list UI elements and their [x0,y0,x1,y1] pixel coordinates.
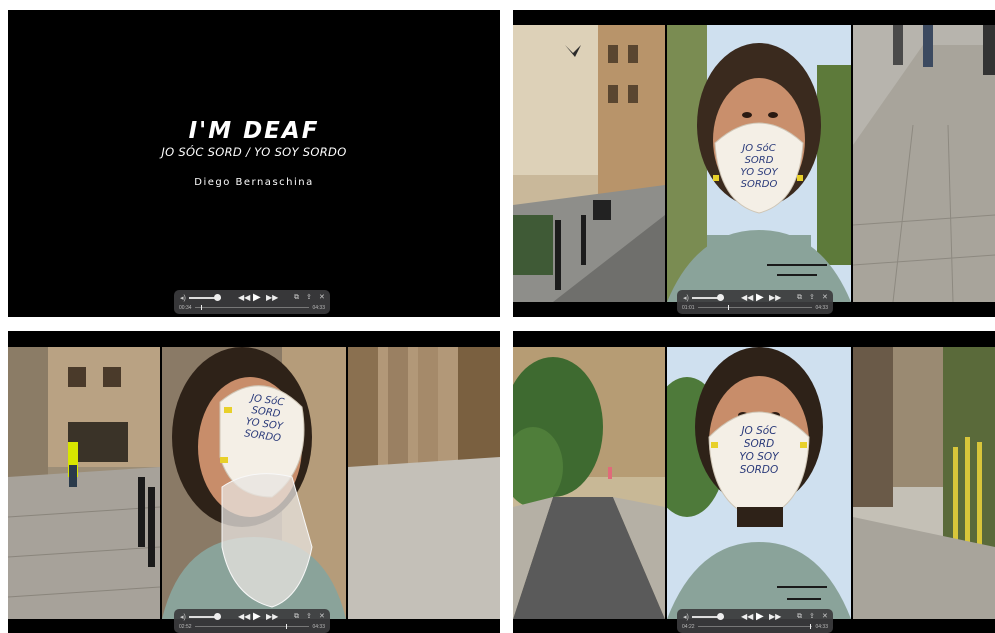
close-icon[interactable]: ✕ [822,612,828,620]
street-frame-right [853,25,995,302]
video-still-2: JO SóC SORD YO SOY SORDO ◂) ◀◀ ▶ ▶▶ ⧉ ⇪ … [513,10,995,317]
elapsed-time: 04:22 [682,624,695,630]
volume-knob[interactable] [214,613,221,620]
video-controls[interactable]: ◂) ◀◀ ▶ ▶▶ ⧉ ⇪ ✕ 00:34 04:33 [174,290,330,314]
playhead[interactable] [727,305,729,310]
play-icon[interactable]: ▶ [253,611,261,622]
volume-icon[interactable]: ◂) [683,613,689,621]
rewind-icon[interactable]: ◀◀ [741,612,753,621]
total-time: 04:33 [815,305,828,311]
fast-forward-icon[interactable]: ▶▶ [266,612,278,621]
share-icon[interactable]: ⇪ [809,293,815,301]
street-frame-right [348,347,500,619]
volume-icon[interactable]: ◂) [683,294,689,302]
street-frame-right [853,347,995,619]
video-still-3: JO SóC SORD YO SOY SORDO ◂) ◀◀ ▶ ▶▶ ⧉ ⇪ … [8,331,500,633]
close-icon[interactable]: ✕ [319,612,325,620]
film-subtitle: JO SÓC SORD / YO SOY SORDO [161,144,347,159]
picture-in-picture-icon[interactable]: ⧉ [797,613,802,621]
elapsed-time: 02:52 [179,624,192,630]
volume-knob[interactable] [214,294,221,301]
playhead[interactable] [809,624,811,629]
volume-knob[interactable] [717,294,724,301]
fast-forward-icon[interactable]: ▶▶ [769,612,781,621]
street-frame-left [8,347,160,619]
play-icon[interactable]: ▶ [253,292,261,303]
scrub-bar[interactable] [195,624,309,629]
mask-text: JO SóC SORD YO SOY SORDO [740,143,778,190]
close-icon[interactable]: ✕ [319,293,325,301]
total-time: 04:33 [312,624,325,630]
playhead[interactable] [200,305,202,310]
title-card-panel: I'M DEAF JO SÓC SORD / YO SOY SORDO Dieg… [8,10,500,317]
elapsed-time: 00:34 [179,305,192,311]
volume-icon[interactable]: ◂) [180,613,186,621]
play-icon[interactable]: ▶ [756,611,764,622]
close-icon[interactable]: ✕ [822,293,828,301]
volume-knob[interactable] [717,613,724,620]
film-title: I'M DEAF [188,117,320,144]
fast-forward-icon[interactable]: ▶▶ [266,293,278,302]
share-icon[interactable]: ⇪ [809,612,815,620]
title-card: I'M DEAF JO SÓC SORD / YO SOY SORDO Dieg… [8,10,500,317]
scrub-bar[interactable] [698,624,812,629]
picture-in-picture-icon[interactable]: ⧉ [294,613,299,621]
street-frame-left [513,347,665,619]
picture-in-picture-icon[interactable]: ⧉ [294,294,299,302]
video-controls[interactable]: ◂) ◀◀ ▶ ▶▶ ⧉ ⇪ ✕ 04:22 04:33 [677,609,833,633]
rewind-icon[interactable]: ◀◀ [238,293,250,302]
play-icon[interactable]: ▶ [756,292,764,303]
film-author: Diego Bernaschina [194,176,314,188]
scrub-bar[interactable] [195,305,309,310]
selfie-frame-masked: JO SóC SORD YO SOY SORDO [667,347,851,619]
volume-icon[interactable]: ◂) [180,294,186,302]
video-controls[interactable]: ◂) ◀◀ ▶ ▶▶ ⧉ ⇪ ✕ 02:52 04:33 [174,609,330,633]
elapsed-time: 01:01 [682,305,695,311]
total-time: 04:33 [815,624,828,630]
picture-in-picture-icon[interactable]: ⧉ [797,294,802,302]
fast-forward-icon[interactable]: ▶▶ [769,293,781,302]
mask-text: JO SóC SORD YO SOY SORDO [739,425,779,476]
video-controls[interactable]: ◂) ◀◀ ▶ ▶▶ ⧉ ⇪ ✕ 01:01 04:33 [677,290,833,314]
total-time: 04:33 [312,305,325,311]
video-still-4: JO SóC SORD YO SOY SORDO ◂) ◀◀ ▶ ▶▶ ⧉ ⇪ … [513,331,995,633]
rewind-icon[interactable]: ◀◀ [238,612,250,621]
rewind-icon[interactable]: ◀◀ [741,293,753,302]
street-frame-left [513,25,665,302]
share-icon[interactable]: ⇪ [306,293,312,301]
playhead[interactable] [286,624,288,629]
selfie-frame-masked: JO SóC SORD YO SOY SORDO [667,25,851,302]
mask-text: JO SóC SORD YO SOY SORDO [243,392,285,445]
scrub-bar[interactable] [698,305,812,310]
share-icon[interactable]: ⇪ [306,612,312,620]
selfie-frame-gloved: JO SóC SORD YO SOY SORDO [162,347,346,619]
